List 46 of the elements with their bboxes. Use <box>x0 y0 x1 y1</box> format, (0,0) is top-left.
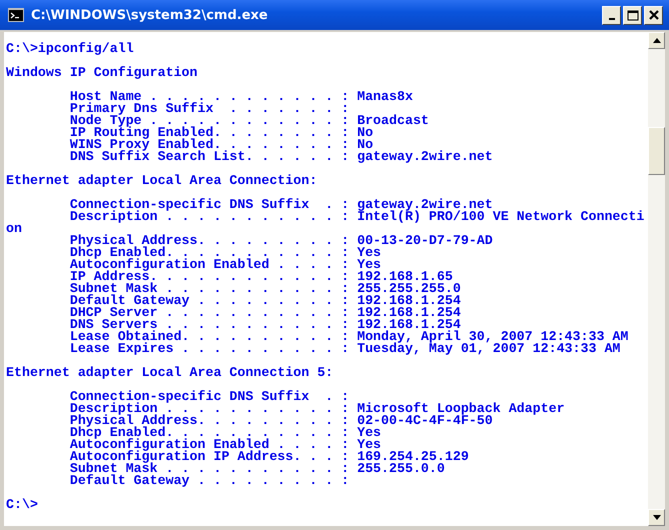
console-line: WINS Proxy Enabled. . . . . . . . : No <box>68 139 374 151</box>
maximize-icon <box>626 10 638 20</box>
up-arrow-icon <box>652 38 660 43</box>
scroll-up-button[interactable] <box>648 32 665 49</box>
console-line: Windows IP Configuration <box>6 67 199 79</box>
console-line: IP Routing Enabled. . . . . . . . : No <box>68 127 374 139</box>
close-button[interactable] <box>644 6 663 24</box>
console-line: Node Type . . . . . . . . . . . . : Broadcast <box>68 115 430 127</box>
console-line: Subnet Mask . . . . . . . . . . . : 255.255.0.0 <box>68 463 446 475</box>
maximize-button[interactable] <box>623 6 642 24</box>
window-title: C:\WINDOWS\system32\cmd.exe <box>31 8 269 22</box>
console-line: Physical Address. . . . . . . . . : 00-13-20-D7-79-AD <box>68 235 494 247</box>
scroll-down-button[interactable] <box>648 509 665 526</box>
console-line: IP Address. . . . . . . . . . . . : 192.168.1.65 <box>68 271 453 283</box>
console-line: on <box>6 223 23 235</box>
console-line: Lease Expires . . . . . . . . . . : Tuesday, May 01, 2007 12:43:33 AM <box>68 343 622 355</box>
console-icon <box>8 8 24 22</box>
console-line: C:\>ipconfig/all <box>6 43 135 55</box>
console-line: Dhcp Enabled. . . . . . . . . . . : Yes <box>68 427 382 439</box>
console-line: Autoconfiguration Enabled . . . . : Yes <box>68 439 382 451</box>
close-icon <box>648 10 658 20</box>
console-line: DNS Servers . . . . . . . . . . . : 192.168.1.254 <box>68 319 462 331</box>
console-line: Default Gateway . . . . . . . . . : 192.168.1.254 <box>68 295 462 307</box>
scrollbar[interactable] <box>648 32 665 526</box>
console-line: Connection-specific DNS Suffix . : gateway.2wire.net <box>68 199 493 211</box>
console-line: Description . . . . . . . . . . . : Intel(R) PRO/100 VE Network Connecti <box>68 211 646 223</box>
down-arrow-icon <box>652 515 660 520</box>
console-line: Ethernet adapter Local Area Connection: <box>6 175 318 187</box>
console-line: DHCP Server . . . . . . . . . . . : 192.168.1.254 <box>68 307 462 319</box>
console-line: Autoconfiguration IP Address. . . : 169.254.25.129 <box>68 451 470 463</box>
console-line: Connection-specific DNS Suffix . : <box>68 391 350 403</box>
console-line: C:\> <box>6 499 39 511</box>
console-line: Autoconfiguration Enabled . . . . : Yes <box>68 259 382 271</box>
console-line: Subnet Mask . . . . . . . . . . . : 255.255.255.0 <box>68 283 462 295</box>
console-line: DNS Suffix Search List. . . . . . : gateway.2wire.net <box>68 151 494 163</box>
console-line: Host Name . . . . . . . . . . . . : Manas8x <box>68 91 414 103</box>
console-line: Description . . . . . . . . . . . : Microsoft Loopback Adapter <box>68 403 566 415</box>
console-line: Primary Dns Suffix . . . . . . . : <box>68 103 350 115</box>
console-line: Dhcp Enabled. . . . . . . . . . . : Yes <box>68 247 382 259</box>
scroll-thumb[interactable] <box>648 127 665 175</box>
console-line: Physical Address. . . . . . . . . : 02-00-4C-4F-4F-50 <box>68 415 493 427</box>
console-line: Default Gateway . . . . . . . . . : <box>68 475 350 487</box>
console-line: Ethernet adapter Local Area Connection 5: <box>6 367 334 379</box>
console-line: Lease Obtained. . . . . . . . . . : Monday, April 30, 2007 12:43:33 AM <box>68 331 630 343</box>
minimize-button[interactable] <box>602 6 621 24</box>
minimize-icon <box>608 18 614 20</box>
